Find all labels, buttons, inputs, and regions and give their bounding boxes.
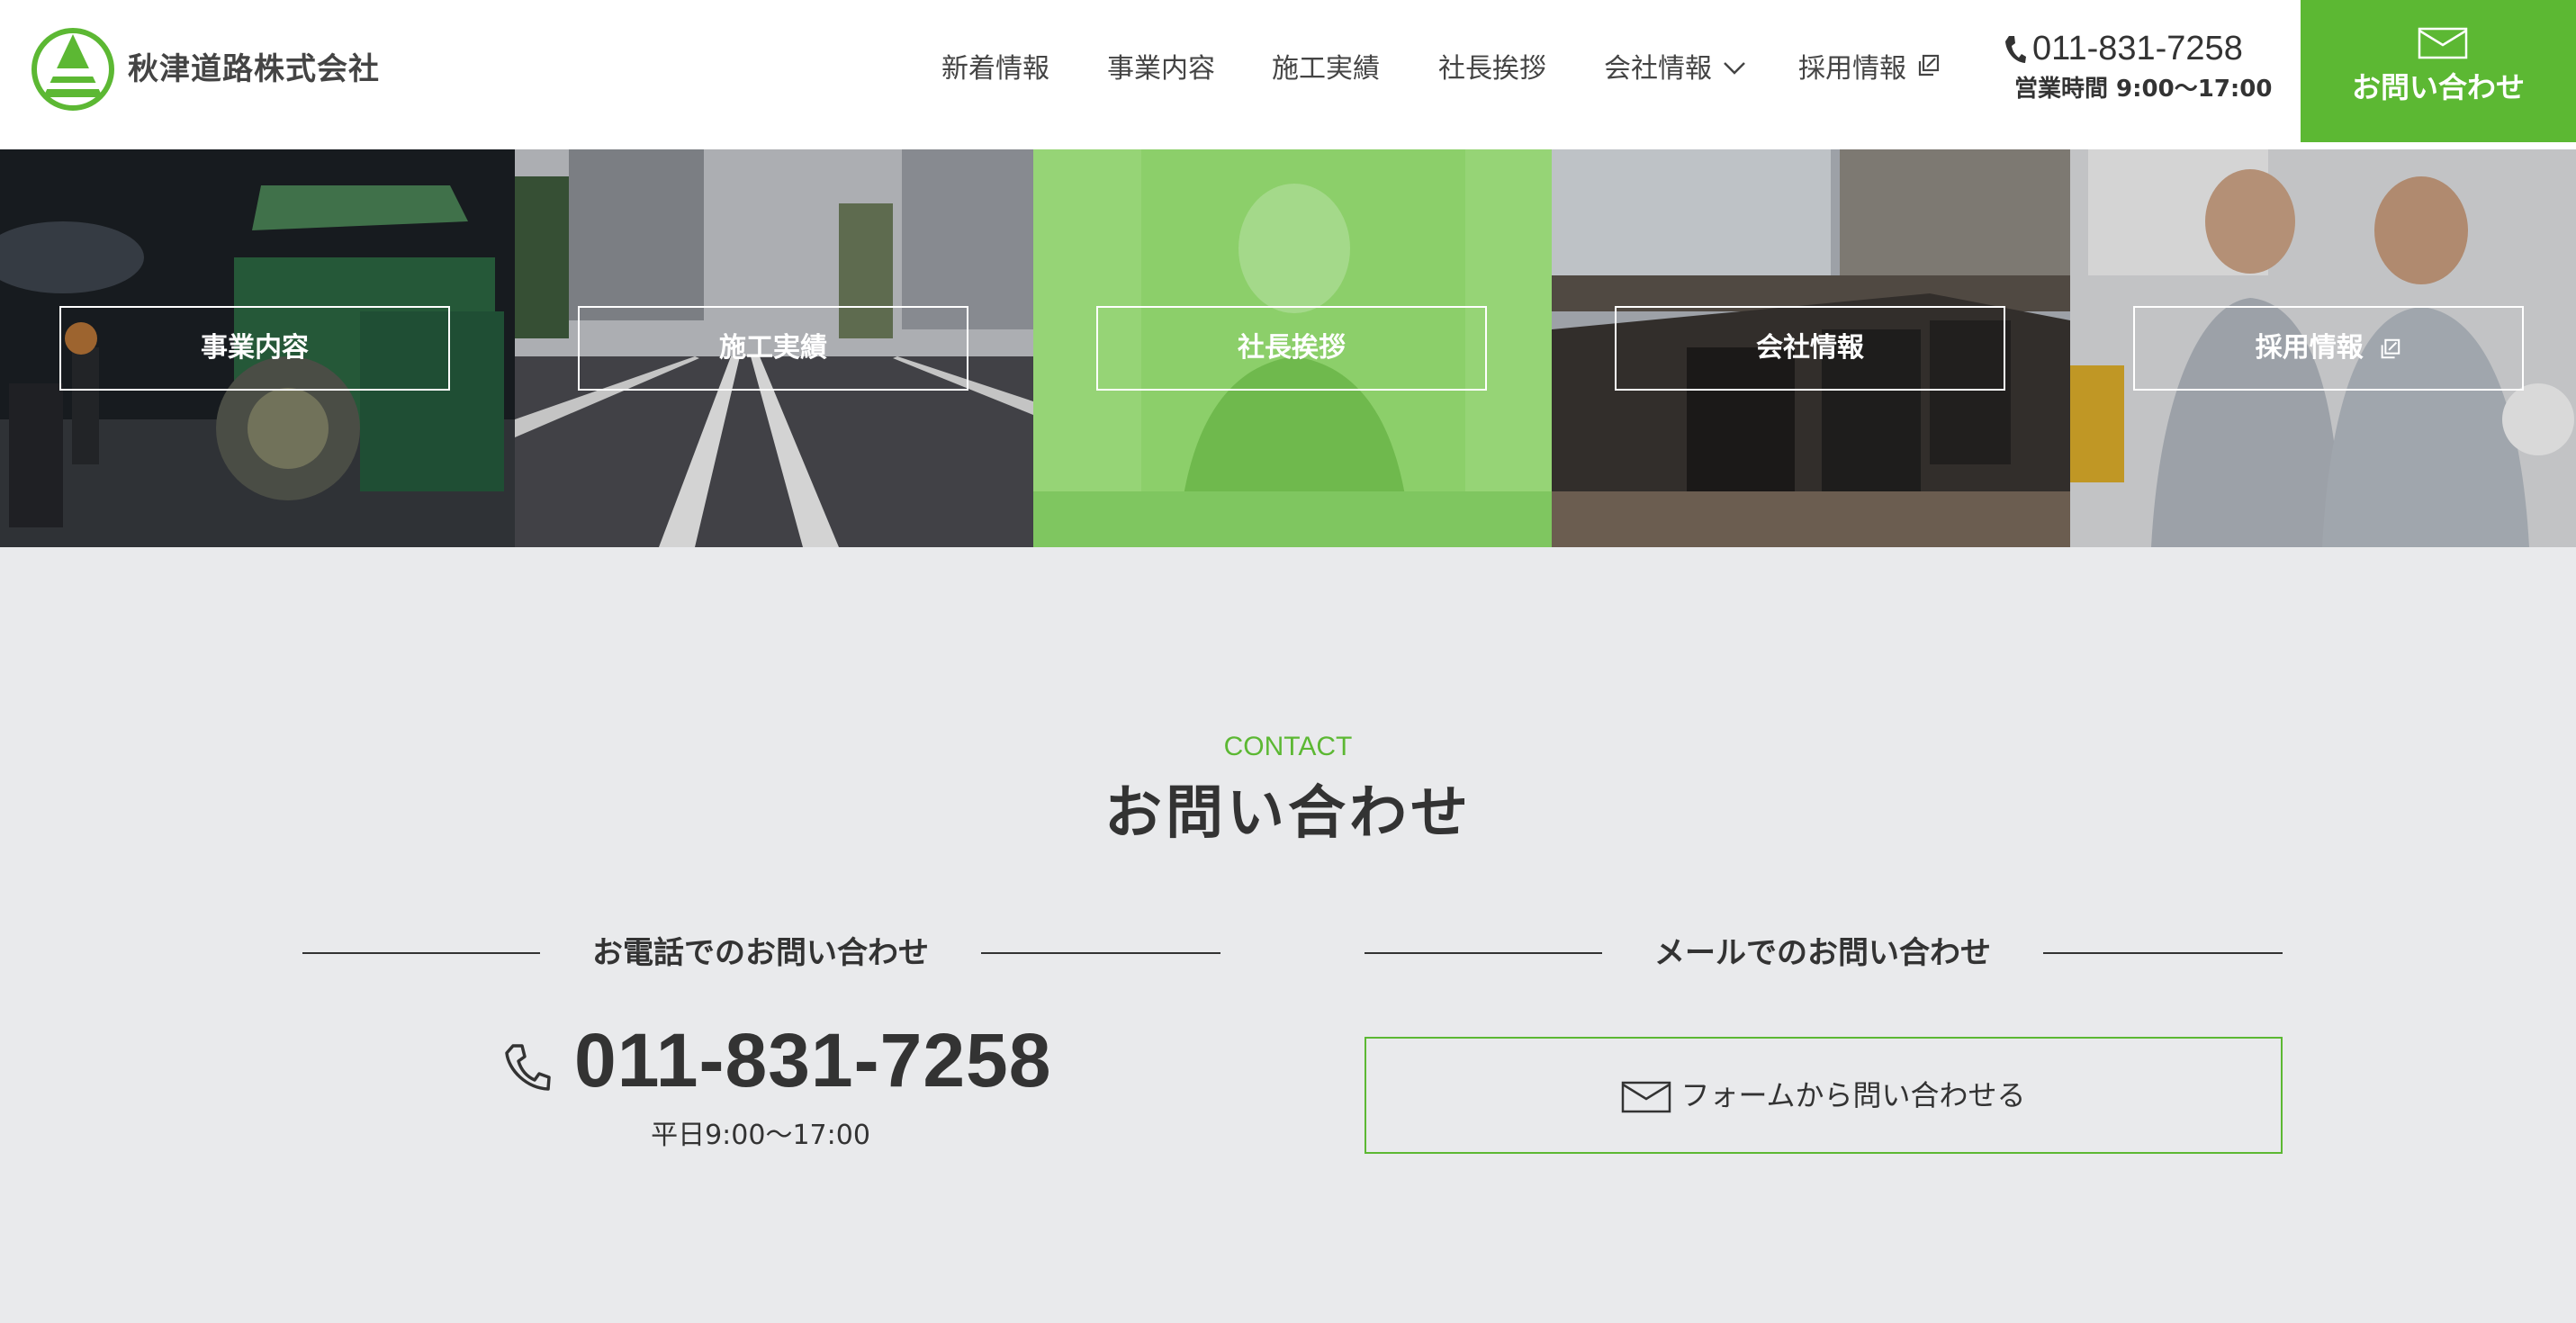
header-business-hours: 営業時間 9:00〜17:00 bbox=[2014, 76, 2273, 103]
panel-company-info[interactable]: 会社情報 bbox=[1552, 149, 2070, 547]
nav-president-message[interactable]: 社長挨拶 bbox=[1438, 47, 1546, 92]
company-logo[interactable] bbox=[31, 25, 115, 113]
divider-line bbox=[1365, 952, 1602, 954]
panel-company-info-button[interactable]: 会社情報 bbox=[1615, 306, 2005, 391]
nav-recruit-label: 採用情報 bbox=[1798, 53, 1906, 85]
contact-eyebrow: CONTACT bbox=[1223, 732, 1353, 761]
panel-president-message-button[interactable]: 社長挨拶 bbox=[1096, 306, 1487, 391]
divider-line bbox=[2043, 952, 2283, 954]
site-header: 秋津道路株式会社 新着情報 事業内容 施工実績 社長挨拶 会社情報 採用情報 0… bbox=[0, 0, 2576, 149]
panel-works-button[interactable]: 施工実績 bbox=[578, 306, 968, 391]
divider-line bbox=[981, 952, 1220, 954]
panel-recruit-label: 採用情報 bbox=[2255, 332, 2364, 364]
nav-company-info-label: 会社情報 bbox=[1604, 53, 1712, 85]
nav-business[interactable]: 事業内容 bbox=[1107, 47, 1215, 92]
nav-news[interactable]: 新着情報 bbox=[941, 47, 1049, 92]
mail-icon bbox=[1622, 1081, 1671, 1113]
panel-works[interactable]: 施工実績 bbox=[515, 149, 1033, 547]
panel-business-button[interactable]: 事業内容 bbox=[59, 306, 450, 391]
contact-title: お問い合わせ bbox=[1104, 780, 1472, 847]
panel-president-message[interactable]: 社長挨拶 bbox=[1033, 149, 1552, 547]
header-phone[interactable]: 011-831-7258 bbox=[2004, 25, 2243, 72]
phone-icon bbox=[505, 1044, 551, 1091]
contact-form-button[interactable]: フォームから問い合わせる bbox=[1365, 1037, 2283, 1154]
nav-company-info[interactable]: 会社情報 bbox=[1604, 47, 1748, 92]
company-name[interactable]: 秋津道路株式会社 bbox=[128, 47, 380, 92]
mail-icon bbox=[2418, 27, 2468, 59]
mail-contact-heading: メールでのお問い合わせ bbox=[1654, 935, 1991, 971]
section-link-strip: 事業内容 施工実績 社長挨拶 会社情報 採用情報 bbox=[0, 149, 2576, 547]
panel-recruit-button[interactable]: 採用情報 bbox=[2133, 306, 2524, 391]
phone-icon bbox=[2005, 36, 2026, 63]
phone-contact-heading: お電話でのお問い合わせ bbox=[592, 935, 929, 971]
panel-recruit[interactable]: 採用情報 bbox=[2070, 149, 2576, 547]
nav-recruit[interactable]: 採用情報 bbox=[1798, 47, 1941, 92]
panel-business[interactable]: 事業内容 bbox=[0, 149, 515, 547]
divider-line bbox=[302, 952, 540, 954]
contact-phone-number[interactable]: 011-831-7258 bbox=[574, 1015, 1051, 1105]
header-contact-button-label: お問い合わせ bbox=[2351, 70, 2525, 104]
header-contact-button[interactable]: お問い合わせ bbox=[2301, 0, 2576, 142]
external-link-icon bbox=[1915, 48, 1941, 93]
nav-works[interactable]: 施工実績 bbox=[1272, 47, 1380, 92]
external-link-icon bbox=[2381, 338, 2400, 358]
chevron-down-icon bbox=[1721, 48, 1748, 93]
contact-form-button-label: フォームから問い合わせる bbox=[1680, 1078, 2026, 1112]
contact-phone-hours: 平日9:00〜17:00 bbox=[651, 1120, 870, 1151]
header-phone-number: 011-831-7258 bbox=[2032, 30, 2243, 68]
